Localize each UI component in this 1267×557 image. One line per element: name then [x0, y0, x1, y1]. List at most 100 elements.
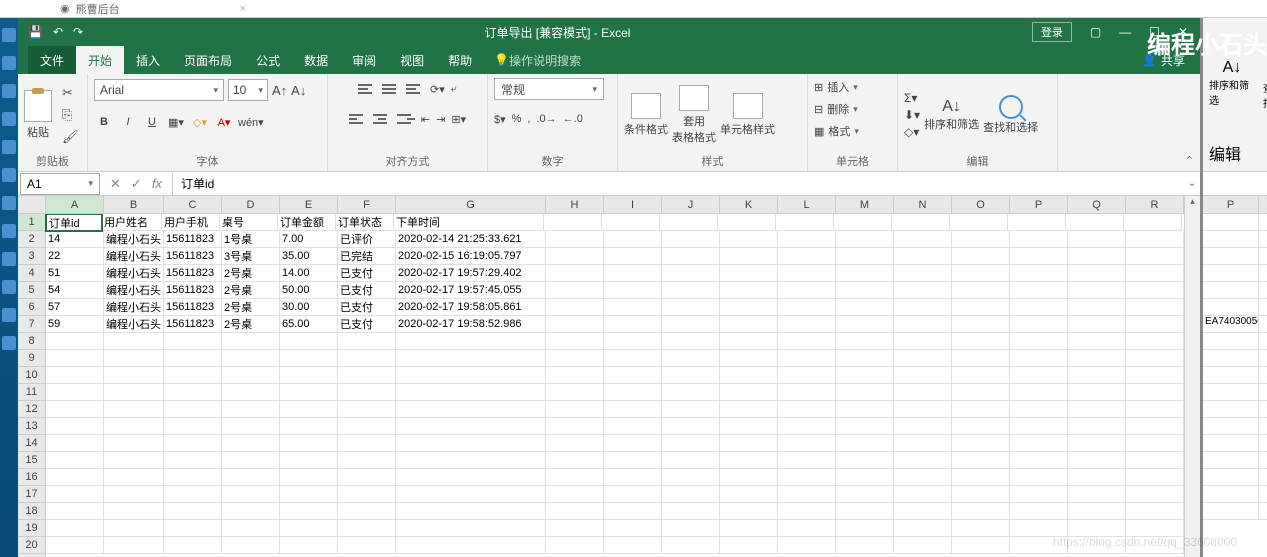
cell[interactable]: [396, 486, 546, 503]
cell[interactable]: [222, 435, 280, 452]
cell[interactable]: [1126, 333, 1184, 350]
cell[interactable]: [222, 401, 280, 418]
cell[interactable]: [1126, 350, 1184, 367]
cell[interactable]: [720, 469, 778, 486]
cell[interactable]: [164, 503, 222, 520]
cell[interactable]: [778, 537, 836, 554]
cell[interactable]: 2020-02-17 19:57:29.402: [396, 265, 546, 282]
cell[interactable]: [396, 452, 546, 469]
cell[interactable]: [778, 435, 836, 452]
cell[interactable]: [1203, 265, 1259, 282]
currency-icon[interactable]: $▾: [494, 113, 506, 126]
tab-data[interactable]: 数据: [292, 46, 340, 74]
cell[interactable]: [952, 537, 1010, 554]
cell[interactable]: [164, 350, 222, 367]
decrease-font-icon[interactable]: A↓: [291, 83, 306, 98]
tab-page-layout[interactable]: 页面布局: [172, 46, 244, 74]
cell[interactable]: [836, 316, 894, 333]
cell[interactable]: [338, 350, 396, 367]
cell[interactable]: [164, 401, 222, 418]
cell[interactable]: [1010, 486, 1068, 503]
cell[interactable]: [338, 537, 396, 554]
cell[interactable]: [222, 367, 280, 384]
row-header[interactable]: 8: [18, 333, 45, 350]
cell[interactable]: [1203, 384, 1259, 401]
cell[interactable]: EA7403005076: [1203, 316, 1259, 333]
ribbon-display-icon[interactable]: ▢: [1090, 25, 1101, 39]
cell[interactable]: [1203, 418, 1259, 435]
cell[interactable]: [280, 418, 338, 435]
cell[interactable]: 15611823: [164, 316, 222, 333]
cell[interactable]: [546, 333, 604, 350]
cell[interactable]: [836, 384, 894, 401]
cell[interactable]: [1126, 469, 1184, 486]
cell[interactable]: [778, 282, 836, 299]
cell[interactable]: [1259, 333, 1267, 350]
cell[interactable]: 已支付: [338, 265, 396, 282]
fill-icon[interactable]: ⬇▾: [904, 108, 920, 122]
cell[interactable]: [46, 452, 104, 469]
cell[interactable]: [836, 282, 894, 299]
cell[interactable]: 59: [46, 316, 104, 333]
cell[interactable]: [104, 333, 164, 350]
cell[interactable]: [104, 418, 164, 435]
collapse-ribbon-icon[interactable]: ⌃: [1185, 154, 1194, 167]
cell[interactable]: [396, 520, 546, 537]
cell[interactable]: [894, 435, 952, 452]
cell[interactable]: [1068, 401, 1126, 418]
cell[interactable]: 15611823: [164, 231, 222, 248]
vertical-scrollbar[interactable]: ▴: [1184, 196, 1200, 557]
cell[interactable]: [1068, 299, 1126, 316]
row-header[interactable]: 1: [18, 214, 45, 231]
merge-button[interactable]: ⊞▾: [451, 113, 466, 126]
cell[interactable]: [396, 418, 546, 435]
cell[interactable]: [1203, 333, 1259, 350]
cell[interactable]: [720, 486, 778, 503]
expand-formula-icon[interactable]: ⌄: [1184, 178, 1200, 189]
cell[interactable]: 已支付: [338, 282, 396, 299]
cell[interactable]: [720, 367, 778, 384]
cell[interactable]: [46, 503, 104, 520]
cell[interactable]: [1259, 418, 1267, 435]
cell[interactable]: [604, 486, 662, 503]
cell[interactable]: [1203, 299, 1259, 316]
cell[interactable]: [604, 418, 662, 435]
increase-font-icon[interactable]: A↑: [272, 83, 287, 98]
cell[interactable]: 编程小石头: [104, 231, 164, 248]
cell[interactable]: [604, 367, 662, 384]
cell[interactable]: 编程小石头: [104, 299, 164, 316]
sort-filter-button[interactable]: A↓ 排序和筛选: [924, 98, 979, 132]
align-right-icon[interactable]: [397, 111, 415, 127]
cell[interactable]: [46, 418, 104, 435]
cell[interactable]: [778, 333, 836, 350]
phonetic-button[interactable]: wén▾: [238, 116, 258, 129]
align-top-icon[interactable]: [358, 81, 376, 97]
row-header[interactable]: 2: [18, 231, 45, 248]
cell[interactable]: [952, 520, 1010, 537]
cell[interactable]: [222, 537, 280, 554]
cell[interactable]: [720, 231, 778, 248]
cell[interactable]: [46, 435, 104, 452]
cell[interactable]: [222, 520, 280, 537]
cell[interactable]: [662, 248, 720, 265]
cell[interactable]: [662, 231, 720, 248]
cell[interactable]: [836, 299, 894, 316]
cell[interactable]: [46, 401, 104, 418]
cell[interactable]: [46, 486, 104, 503]
align-bottom-icon[interactable]: [406, 81, 424, 97]
cell[interactable]: [1068, 265, 1126, 282]
cell[interactable]: [164, 520, 222, 537]
cell[interactable]: [396, 469, 546, 486]
cell[interactable]: [546, 316, 604, 333]
select-all-corner[interactable]: [18, 196, 46, 213]
cell[interactable]: [1203, 435, 1259, 452]
cell[interactable]: [1010, 469, 1068, 486]
format-cells-button[interactable]: ▦格式▾: [814, 122, 859, 140]
cell[interactable]: [662, 282, 720, 299]
column-header[interactable]: Q: [1068, 196, 1126, 213]
cell[interactable]: [778, 316, 836, 333]
redo-icon[interactable]: ↷: [73, 25, 83, 39]
cell[interactable]: [778, 418, 836, 435]
cell[interactable]: [1068, 418, 1126, 435]
cell[interactable]: [104, 537, 164, 554]
